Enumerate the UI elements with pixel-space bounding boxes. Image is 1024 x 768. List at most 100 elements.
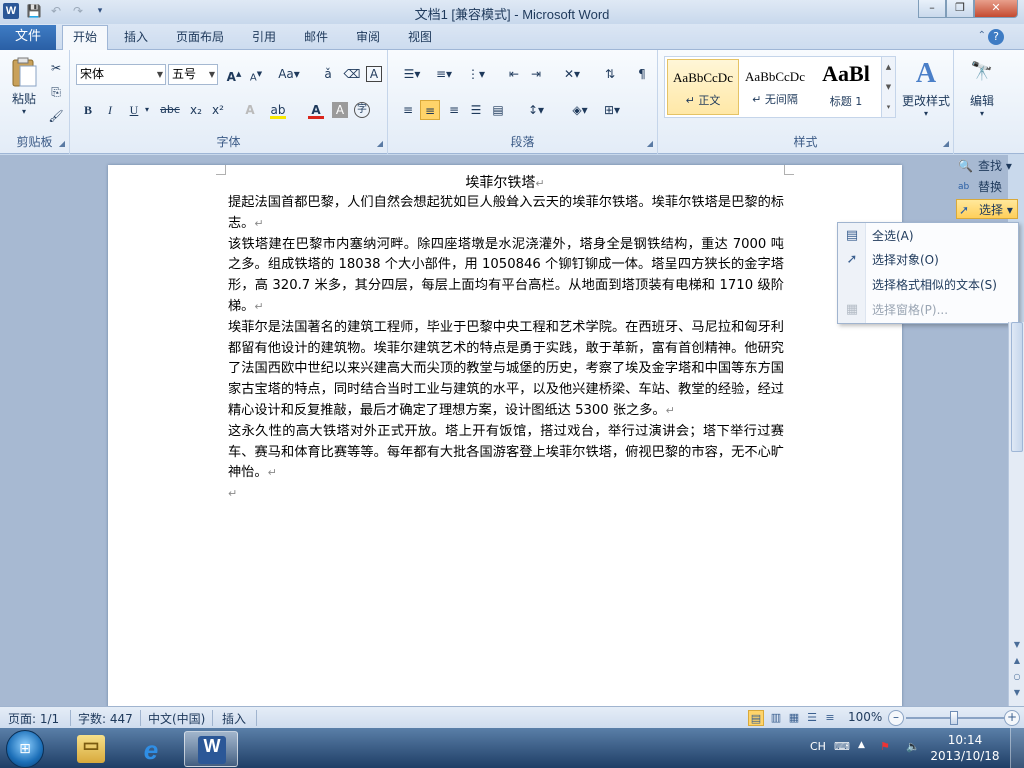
superscript-button[interactable]: x² (208, 100, 228, 120)
document-body[interactable]: 提起法国首都巴黎，人们自然会想起犹如巨人般耸入云天的埃菲尔铁塔。埃菲尔铁塔是巴黎… (228, 193, 784, 505)
print-layout-view-icon[interactable]: ▤ (748, 710, 764, 726)
cut-icon[interactable]: ✂ (46, 58, 66, 78)
tab-references[interactable]: 引用 (242, 26, 286, 50)
sort-icon[interactable]: ⇅ (600, 64, 620, 84)
zoom-in-icon[interactable]: + (1004, 710, 1020, 726)
shrink-font-button[interactable]: A▼ (246, 64, 266, 84)
scroll-down-icon[interactable]: ▼ (1011, 640, 1023, 649)
font-launcher-icon[interactable]: ◢ (377, 139, 383, 148)
volume-icon[interactable]: 🔈 (906, 740, 920, 753)
tab-view[interactable]: 视图 (398, 26, 442, 50)
numbering-icon[interactable]: ≡▾ (430, 64, 458, 84)
help-icon[interactable]: ? (988, 29, 1004, 45)
action-center-icon[interactable]: ⚑ (880, 740, 890, 753)
taskbar-explorer[interactable]: ▭ (64, 731, 118, 767)
style-no-spacing[interactable]: AaBbCcDc ↵ 无间隔 (739, 59, 811, 115)
select-button[interactable]: ➚ 选择 ▾ (956, 199, 1018, 219)
language-indicator[interactable]: 中文(中国) (148, 710, 205, 727)
highlight-button[interactable]: ab (268, 100, 288, 120)
tab-mailings[interactable]: 邮件 (294, 26, 338, 50)
format-painter-icon[interactable]: 🖌 (46, 106, 66, 126)
increase-indent-icon[interactable]: ⇥ (526, 64, 546, 84)
change-case-button[interactable]: Aa▾ (276, 64, 302, 84)
enclose-chars-icon[interactable]: 字 (354, 102, 370, 118)
taskbar-ie[interactable]: e (124, 731, 178, 767)
style-normal[interactable]: AaBbCcDc ↵ 正文 (667, 59, 739, 115)
clipboard-launcher-icon[interactable]: ◢ (59, 139, 65, 148)
multilevel-list-icon[interactable]: ⋮▾ (462, 64, 490, 84)
bullets-icon[interactable]: ☰▾ (398, 64, 426, 84)
tab-page-layout[interactable]: 页面布局 (166, 26, 234, 50)
menu-select-objects[interactable]: ➚ 选择对象(O) (838, 248, 1018, 272)
align-left-icon[interactable]: ≡ (398, 100, 418, 120)
insert-mode[interactable]: 插入 (222, 710, 246, 727)
distributed-icon[interactable]: ▤ (488, 100, 508, 120)
empty-paragraph[interactable]: ↵ (228, 484, 784, 505)
start-button[interactable]: ⊞ (6, 730, 44, 768)
font-size-combo[interactable]: 五号 ▼ (168, 64, 218, 85)
vertical-scrollbar[interactable]: ▼ ▲ ○ ▼ (1008, 322, 1024, 706)
text-effects-button[interactable]: A (240, 100, 260, 120)
close-button[interactable]: ✕ (974, 0, 1018, 18)
borders-icon[interactable]: ⊞▾ (598, 100, 626, 120)
paragraph[interactable]: 埃菲尔是法国著名的建筑工程师，毕业于巴黎中央工程和艺术学院。在西班牙、马尼拉和匈… (228, 318, 784, 422)
align-center-icon[interactable]: ≡ (420, 100, 440, 120)
editing-button[interactable]: 🔭 编辑 ▾ (962, 58, 1002, 118)
tab-review[interactable]: 审阅 (346, 26, 390, 50)
taskbar-word[interactable]: W (184, 731, 238, 767)
copy-icon[interactable]: ⎘ (46, 82, 66, 102)
maximize-button[interactable]: ❐ (946, 0, 974, 18)
decrease-indent-icon[interactable]: ⇤ (504, 64, 524, 84)
menu-select-similar-format[interactable]: 选择格式相似的文本(S) (838, 273, 1018, 297)
justify-icon[interactable]: ☰ (466, 100, 486, 120)
show-desktop-button[interactable] (1010, 728, 1024, 768)
clock[interactable]: 10:14 2013/10/18 (930, 732, 1000, 764)
zoom-slider-thumb[interactable] (950, 711, 958, 725)
paragraph[interactable]: 该铁塔建在巴黎市内塞纳河畔。除四座塔墩是水泥浇灌外，塔身全是钢铁结构，重达 70… (228, 235, 784, 318)
ime-indicator[interactable]: CH (810, 740, 826, 753)
italic-button[interactable]: I (100, 100, 120, 120)
replace-button[interactable]: ab 替换 (956, 177, 1018, 197)
show-marks-icon[interactable]: ¶ (632, 64, 652, 84)
underline-dropdown-icon[interactable]: ▾ (142, 100, 152, 120)
font-color-button[interactable]: A (306, 100, 326, 120)
paragraph-launcher-icon[interactable]: ◢ (647, 139, 653, 148)
outline-view-icon[interactable]: ☰ (804, 710, 820, 726)
char-shading-button[interactable]: A (332, 102, 348, 118)
paragraph[interactable]: 提起法国首都巴黎，人们自然会想起犹如巨人般耸入云天的埃菲尔铁塔。埃菲尔铁塔是巴黎… (228, 193, 784, 235)
align-right-icon[interactable]: ≡ (444, 100, 464, 120)
paragraph[interactable]: 这永久性的高大铁塔对外正式开放。塔上开有饭馆，搭过戏台，举行过演讲会；塔下举行过… (228, 422, 784, 484)
find-button[interactable]: 🔍 查找 ▾ (956, 156, 1018, 176)
show-hidden-icons-icon[interactable]: ▲ (858, 740, 865, 750)
previous-page-icon[interactable]: ▲ (1011, 656, 1023, 665)
grow-font-button[interactable]: A▲ (224, 64, 244, 84)
clear-formatting-icon[interactable]: ⌫ (342, 64, 362, 84)
gallery-scroll[interactable]: ▲ ▼ ▾ (881, 57, 895, 117)
shading-icon[interactable]: ◈▾ (566, 100, 594, 120)
menu-select-all[interactable]: ▤ 全选(A) (838, 224, 1018, 248)
phonetic-guide-icon[interactable]: ǎ (318, 64, 338, 84)
zoom-level[interactable]: 100% (848, 710, 882, 724)
minimize-button[interactable]: – (918, 0, 946, 18)
keyboard-icon[interactable]: ⌨ (834, 740, 850, 753)
full-screen-reading-icon[interactable]: ▥ (768, 710, 784, 726)
browse-object-icon[interactable]: ○ (1011, 672, 1023, 681)
line-spacing-icon[interactable]: ↕▾ (522, 100, 550, 120)
tab-insert[interactable]: 插入 (114, 26, 158, 50)
subscript-button[interactable]: x₂ (186, 100, 206, 120)
tab-home[interactable]: 开始 (62, 25, 109, 51)
tab-file[interactable]: 文件 (0, 25, 56, 50)
minimize-ribbon-icon[interactable]: ⌃ (978, 30, 986, 41)
bold-button[interactable]: B (78, 100, 98, 120)
styles-launcher-icon[interactable]: ◢ (943, 139, 949, 148)
document-title[interactable]: 埃菲尔铁塔↵ (228, 172, 782, 192)
page-count[interactable]: 页面: 1/1 (8, 710, 59, 727)
scroll-thumb[interactable] (1011, 322, 1023, 452)
zoom-out-icon[interactable]: – (888, 710, 904, 726)
chinese-layout-icon[interactable]: ✕▾ (558, 64, 586, 84)
document-page[interactable]: 埃菲尔铁塔↵ 提起法国首都巴黎，人们自然会想起犹如巨人般耸入云天的埃菲尔铁塔。埃… (108, 165, 902, 706)
strikethrough-button[interactable]: abc (158, 100, 182, 120)
underline-button[interactable]: U (124, 100, 144, 120)
change-styles-button[interactable]: A 更改样式 ▾ (900, 58, 952, 118)
style-heading-1[interactable]: AaBl 标题 1 (811, 59, 881, 115)
